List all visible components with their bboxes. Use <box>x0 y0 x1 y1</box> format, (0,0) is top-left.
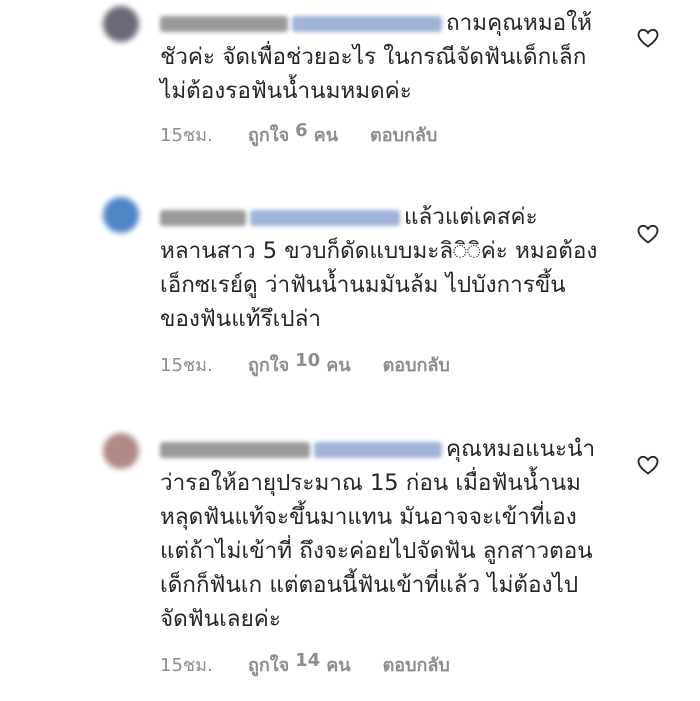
username-blurred[interactable] <box>160 15 288 32</box>
reply-button[interactable]: ตอบกลับ <box>370 120 437 149</box>
likes-count-link[interactable]: ถูกใจ 6 คน <box>248 120 338 149</box>
likes-suffix: คน <box>326 355 351 376</box>
likes-count-link[interactable]: ถูกใจ 14 คน <box>248 650 351 679</box>
likes-prefix: ถูกใจ <box>248 355 290 376</box>
timestamp: 15ชม. <box>160 125 213 146</box>
likes-number: 10 <box>295 350 321 371</box>
comment-text: ถามคุณหมอให้ชัวค่ะ จัดเพื่อช่วยอะไร ในกร… <box>160 6 600 108</box>
timestamp: 15ชม. <box>160 655 213 676</box>
avatar[interactable] <box>103 433 139 469</box>
likes-number: 14 <box>295 650 321 671</box>
heart-outline-icon[interactable] <box>636 222 660 246</box>
avatar[interactable] <box>103 6 139 42</box>
comment-text: แล้วแต่เคสค่ะ หลานสาว 5 ขวบก็ดัดแบบมะลิ◌… <box>160 200 600 336</box>
username-blurred[interactable] <box>160 209 246 226</box>
likes-prefix: ถูกใจ <box>248 125 290 146</box>
likes-prefix: ถูกใจ <box>248 655 290 676</box>
comment-text: คุณหมอแนะนำว่ารอให้อายุประมาณ 15 ก่อน เม… <box>160 432 600 636</box>
likes-suffix: คน <box>326 655 351 676</box>
comment-body: คุณหมอแนะนำว่ารอให้อายุประมาณ 15 ก่อน เม… <box>160 436 596 632</box>
mention-blurred[interactable] <box>292 15 442 32</box>
comment-meta: 15ชม. ถูกใจ 10 คน ตอบกลับ <box>160 350 450 379</box>
avatar[interactable] <box>103 197 139 233</box>
reply-button[interactable]: ตอบกลับ <box>383 350 450 379</box>
mention-blurred[interactable] <box>314 441 442 458</box>
likes-number: 6 <box>295 120 308 141</box>
comment-meta: 15ชม. ถูกใจ 6 คน ตอบกลับ <box>160 120 437 149</box>
comment-meta: 15ชม. ถูกใจ 14 คน ตอบกลับ <box>160 650 450 679</box>
heart-outline-icon[interactable] <box>636 26 660 50</box>
mention-blurred[interactable] <box>250 209 400 226</box>
likes-suffix: คน <box>313 125 339 146</box>
likes-count-link[interactable]: ถูกใจ 10 คน <box>248 350 351 379</box>
reply-button[interactable]: ตอบกลับ <box>383 650 450 679</box>
heart-outline-icon[interactable] <box>636 453 660 477</box>
username-blurred[interactable] <box>160 441 310 458</box>
timestamp: 15ชม. <box>160 355 213 376</box>
